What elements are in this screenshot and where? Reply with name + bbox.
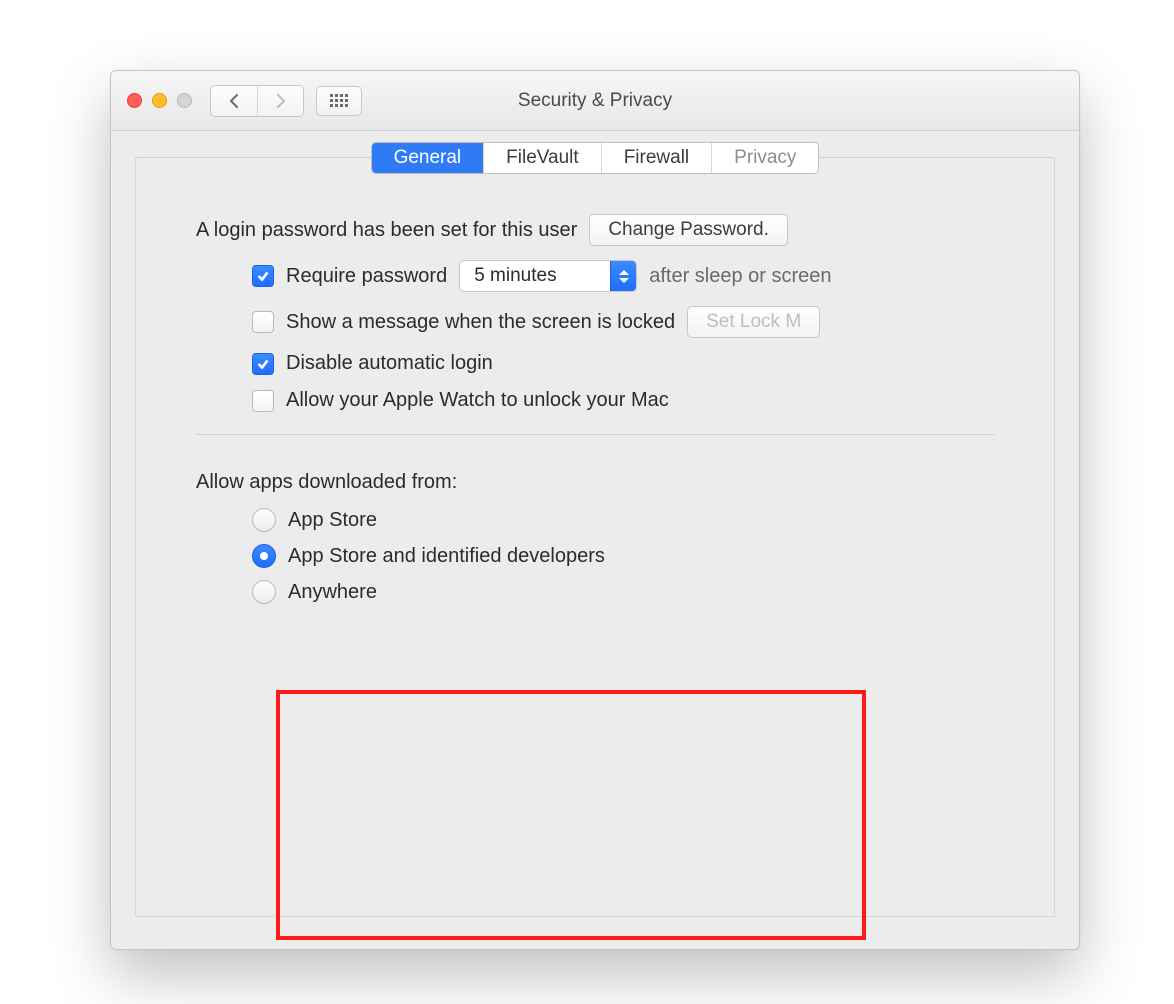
set-lock-message-button[interactable]: Set Lock M: [687, 306, 820, 338]
apple-watch-row: Allow your Apple Watch to unlock your Ma…: [196, 389, 994, 412]
window-controls: [127, 93, 192, 108]
section-divider: [196, 434, 994, 435]
nav-back-forward: [210, 85, 304, 117]
forward-button[interactable]: [257, 86, 303, 116]
tab-privacy[interactable]: Privacy: [711, 143, 818, 173]
gatekeeper-section: Allow apps downloaded from: App StoreApp…: [196, 471, 994, 604]
disable-autologin-row: Disable automatic login: [196, 352, 994, 375]
grid-icon: [330, 94, 348, 107]
require-password-checkbox[interactable]: [252, 265, 274, 287]
require-password-row: Require password 5 minutes after sleep o…: [196, 260, 994, 292]
password-set-text: A login password has been set for this u…: [196, 219, 577, 242]
show-message-label: Show a message when the screen is locked: [286, 311, 675, 334]
annotation-highlight: [276, 690, 866, 940]
radio-label: Anywhere: [288, 581, 377, 604]
show-all-button[interactable]: [316, 86, 362, 116]
login-section: A login password has been set for this u…: [136, 190, 1054, 626]
require-password-label: Require password: [286, 265, 447, 288]
tab-filevault[interactable]: FileVault: [483, 143, 601, 173]
gatekeeper-option[interactable]: Anywhere: [252, 580, 994, 604]
stepper-icon: [610, 261, 636, 291]
apple-watch-checkbox[interactable]: [252, 390, 274, 412]
gatekeeper-radio-group: App Store App Store and identified develo…: [196, 508, 994, 604]
apple-watch-label: Allow your Apple Watch to unlock your Ma…: [286, 389, 669, 412]
radio-label: App Store: [288, 509, 377, 532]
tab-general[interactable]: General: [372, 143, 484, 173]
radio-label: App Store and identified developers: [288, 545, 605, 568]
password-set-row: A login password has been set for this u…: [196, 214, 994, 246]
password-delay-select[interactable]: 5 minutes: [459, 260, 637, 292]
gatekeeper-heading: Allow apps downloaded from:: [196, 471, 457, 494]
disable-autologin-label: Disable automatic login: [286, 352, 493, 375]
check-icon: [256, 357, 270, 371]
radio-button[interactable]: [252, 508, 276, 532]
gatekeeper-option[interactable]: App Store: [252, 508, 994, 532]
settings-panel: GeneralFileVaultFirewallPrivacy A login …: [135, 157, 1055, 917]
chevron-right-icon: [275, 94, 287, 108]
gatekeeper-option[interactable]: App Store and identified developers: [252, 544, 994, 568]
preferences-window: Security & Privacy GeneralFileVaultFirew…: [110, 70, 1080, 950]
titlebar: Security & Privacy: [111, 71, 1079, 131]
content-area: GeneralFileVaultFirewallPrivacy A login …: [111, 131, 1079, 943]
back-button[interactable]: [211, 86, 257, 116]
radio-button[interactable]: [252, 580, 276, 604]
check-icon: [256, 269, 270, 283]
show-message-checkbox[interactable]: [252, 311, 274, 333]
after-sleep-text: after sleep or screen: [649, 265, 831, 288]
password-delay-value: 5 minutes: [460, 261, 610, 291]
close-window-button[interactable]: [127, 93, 142, 108]
disable-autologin-checkbox[interactable]: [252, 353, 274, 375]
zoom-window-button[interactable]: [177, 93, 192, 108]
tab-bar: GeneralFileVaultFirewallPrivacy: [136, 142, 1054, 174]
gatekeeper-heading-row: Allow apps downloaded from:: [196, 471, 994, 494]
show-message-row: Show a message when the screen is locked…: [196, 306, 994, 338]
chevron-left-icon: [228, 94, 240, 108]
radio-button[interactable]: [252, 544, 276, 568]
minimize-window-button[interactable]: [152, 93, 167, 108]
change-password-button[interactable]: Change Password.: [589, 214, 788, 246]
tab-firewall[interactable]: Firewall: [601, 143, 711, 173]
